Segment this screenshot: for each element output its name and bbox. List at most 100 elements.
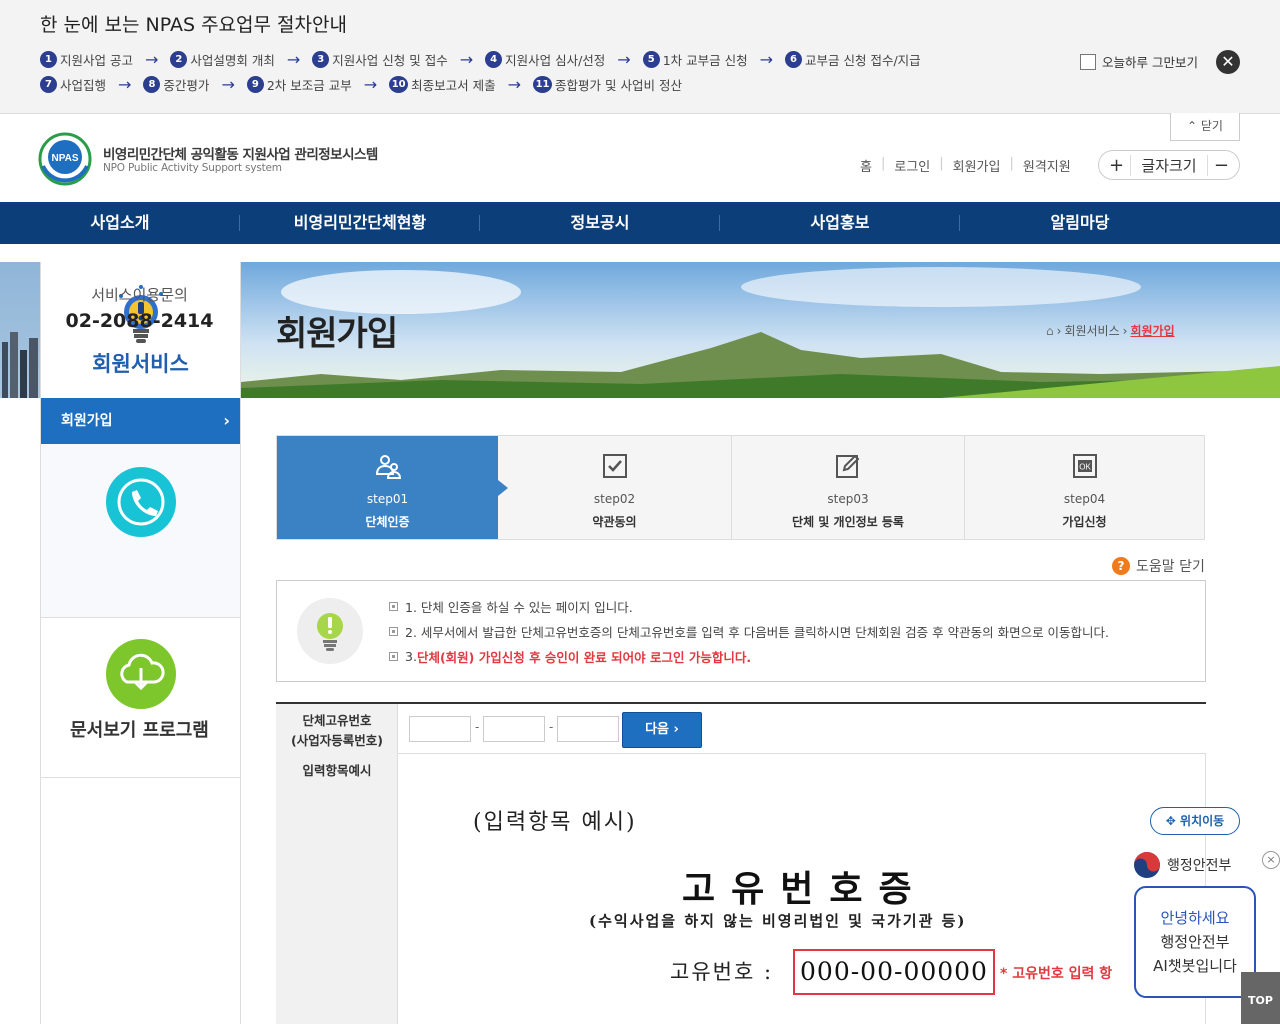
nav-promotion[interactable]: 사업홍보 bbox=[720, 202, 960, 244]
sidebar-item-join[interactable]: 회원가입 › bbox=[41, 398, 240, 444]
chatbot-line: AI챗봇입니다 bbox=[1153, 957, 1237, 975]
notice-line: 3. 단체(회원) 가입신청 후 승인이 완료 되어야 로그인 가능합니다. bbox=[389, 647, 751, 666]
help-icon: ? bbox=[1112, 557, 1130, 575]
guide-steps-row-2: 7 사업집행 → 8 중간평가 → 9 2차 보조금 교부 → 10 최종보고서 제출 → 11… bbox=[40, 75, 682, 94]
util-remote-support-link[interactable]: 원격지원 bbox=[1023, 156, 1071, 175]
ai-chatbot-bubble[interactable]: 안녕하세요 행정안전부 AI챗봇입니다 bbox=[1134, 886, 1256, 998]
chevron-right-icon: › bbox=[223, 411, 230, 430]
nav-business-intro[interactable]: 사업소개 bbox=[0, 202, 240, 244]
utility-nav: 홈 | 로그인 | 회원가입 | 원격지원 bbox=[860, 156, 1071, 175]
edit-icon bbox=[836, 454, 860, 478]
help-close-label: 도움말 닫기 bbox=[1136, 559, 1205, 575]
government-emblem-icon bbox=[1134, 852, 1160, 878]
nav-npo-status[interactable]: 비영리민간단체현황 bbox=[240, 202, 480, 244]
reg-number-part1-input[interactable] bbox=[409, 716, 471, 742]
checkbox-box[interactable] bbox=[1080, 53, 1096, 70]
ok-icon: OK bbox=[1072, 454, 1097, 478]
guide-step: 8 중간평가 → bbox=[143, 75, 246, 94]
close-icon[interactable]: ✕ bbox=[1216, 50, 1240, 74]
registration-number-row: - - 다음 › bbox=[398, 704, 1206, 754]
step-number: step04 bbox=[1063, 492, 1106, 506]
doc-viewer-label[interactable]: 문서보기 프로그램 bbox=[40, 716, 239, 742]
move-position-button[interactable]: ✥ 위치이동 bbox=[1150, 807, 1240, 835]
example-number-note: * 고유번호 입력 항 bbox=[1000, 966, 1113, 982]
guide-step: 10 최종보고서 제출 → bbox=[389, 75, 533, 94]
step-apply: OK step04 가입신청 bbox=[964, 436, 1204, 539]
logo-mark-text: NPAS bbox=[51, 153, 78, 164]
step-label: 단체인증 bbox=[365, 515, 410, 529]
doc-viewer-box[interactable] bbox=[41, 618, 240, 778]
reg-number-part2-input[interactable] bbox=[483, 716, 545, 742]
util-home-link[interactable]: 홈 bbox=[860, 156, 872, 175]
util-join-link[interactable]: 회원가입 bbox=[953, 156, 1001, 175]
reg-number-part3-input[interactable] bbox=[557, 716, 619, 742]
sidebar: 회원서비스 회원가입 › bbox=[40, 262, 241, 1024]
city-image bbox=[0, 262, 40, 398]
npas-logo-icon[interactable]: NPAS bbox=[38, 132, 92, 186]
collapse-guide-button[interactable]: ⌃ 닫기 bbox=[1170, 113, 1240, 141]
step-number: step01 bbox=[366, 492, 409, 506]
breadcrumb-current[interactable]: 회원가입 bbox=[1130, 322, 1174, 339]
dash-separator: - bbox=[475, 720, 480, 734]
chatbot-line: 행정안전부 bbox=[1160, 933, 1230, 951]
contact-label: 서비스이용문의 bbox=[91, 286, 188, 304]
step-terms: step02 약관동의 bbox=[498, 436, 731, 539]
font-increase-button[interactable]: + bbox=[1109, 155, 1124, 176]
font-size-control: + 글자크기 − bbox=[1098, 150, 1240, 180]
chatbot-greeting: 안녕하세요 bbox=[1160, 909, 1230, 927]
chatbot-close-icon[interactable]: × bbox=[1262, 851, 1280, 869]
service-contact-box bbox=[41, 444, 240, 618]
example-cert-title: 고유번호증 bbox=[682, 868, 928, 910]
step-group-auth: step01 단체인증 bbox=[277, 436, 508, 539]
hide-today-checkbox[interactable]: 오늘하루 그만보기 bbox=[1080, 52, 1198, 71]
contact-phone: 02-2088-2414 bbox=[65, 310, 214, 332]
main-navigation: 사업소개 비영리민간단체현황 정보공시 사업홍보 알림마당 bbox=[0, 202, 1280, 244]
guide-step: 2 사업설명회 개최 → bbox=[170, 50, 312, 69]
sidebar-title: 회원서비스 bbox=[92, 352, 189, 376]
hide-today-label: 오늘하루 그만보기 bbox=[1102, 55, 1198, 70]
mois-label: 행정안전부 bbox=[1167, 858, 1232, 874]
guide-step: 9 2차 보조금 교부 → bbox=[246, 75, 389, 94]
util-login-link[interactable]: 로그인 bbox=[894, 156, 930, 175]
dash-separator: - bbox=[549, 720, 554, 734]
notice-lightbulb-icon bbox=[297, 598, 363, 664]
procedure-guide-banner: 한 눈에 보는 NPAS 주요업무 절차안내 1 지원사업 공고 → 2 사업설명회 … bbox=[0, 0, 1280, 114]
example-number-label: 고유번호 : bbox=[670, 960, 774, 984]
step-number: step02 bbox=[593, 492, 636, 506]
example-cert-subtitle: (수익사업을 하지 않는 비영리법인 및 국가기관 등) bbox=[589, 912, 967, 930]
step-number: step03 bbox=[827, 492, 869, 506]
font-decrease-button[interactable]: − bbox=[1214, 155, 1229, 176]
home-icon[interactable]: ⌂ bbox=[1046, 324, 1054, 338]
chevron-up-icon: ⌃ bbox=[1187, 119, 1198, 133]
notice-line: 2. 세무서에서 발급한 단체고유번호증의 단체고유번호를 입력 후 다음버튼 … bbox=[389, 622, 1109, 641]
field-label-example: 입력항목예시 bbox=[302, 763, 372, 778]
cloud-download-icon bbox=[106, 639, 176, 709]
scroll-top-button[interactable]: TOP bbox=[1241, 972, 1280, 1024]
guide-title: 한 눈에 보는 NPAS 주요업무 절차안내 bbox=[40, 14, 347, 36]
next-button[interactable]: 다음 › bbox=[622, 712, 702, 748]
site-title[interactable]: 비영리민간단체 공익활동 지원사업 관리정보시스템 bbox=[103, 143, 378, 163]
step-label: 약관동의 bbox=[592, 515, 637, 529]
nav-notice-board[interactable]: 알림마당 bbox=[960, 202, 1200, 244]
step-label: 단체 및 개인정보 등록 bbox=[792, 515, 904, 529]
example-number-value: 000-00-00000 bbox=[793, 949, 995, 995]
join-stepper: step01 단체인증 step02 약관동의 step03 단체 및 개인정보… bbox=[276, 435, 1205, 540]
guide-step: 3 지원사업 신청 및 접수 → bbox=[312, 50, 485, 69]
example-title: (입력항목 예시) bbox=[473, 810, 637, 835]
checkbox-icon bbox=[602, 454, 627, 478]
svg-text:OK: OK bbox=[1079, 463, 1091, 472]
guide-step: 6 교부금 신청 접수/지급 bbox=[785, 50, 921, 69]
help-close-button[interactable]: ? 도움말 닫기 bbox=[1112, 556, 1205, 576]
font-size-label: 글자크기 bbox=[1130, 154, 1208, 176]
breadcrumb: ⌂ › 회원서비스 › 회원가입 bbox=[1046, 322, 1175, 339]
group-users-icon bbox=[375, 455, 401, 479]
field-label-registration-number: 단체고유번호 (사업자등록번호) bbox=[291, 713, 383, 748]
phone-icon bbox=[106, 467, 176, 537]
guide-step: 5 1차 교부금 신청 → bbox=[642, 50, 785, 69]
move-icon: ✥ bbox=[1165, 814, 1176, 828]
nav-disclosure[interactable]: 정보공시 bbox=[480, 202, 720, 244]
step-register-info: step03 단체 및 개인정보 등록 bbox=[731, 436, 964, 539]
guide-steps-row-1: 1 지원사업 공고 → 2 사업설명회 개최 → 3 지원사업 신청 및 접수 → 4 지원사… bbox=[40, 50, 921, 69]
form-label-column: 단체고유번호 (사업자등록번호) 입력항목예시 bbox=[276, 704, 398, 1024]
breadcrumb-item[interactable]: 회원서비스 bbox=[1064, 322, 1119, 339]
